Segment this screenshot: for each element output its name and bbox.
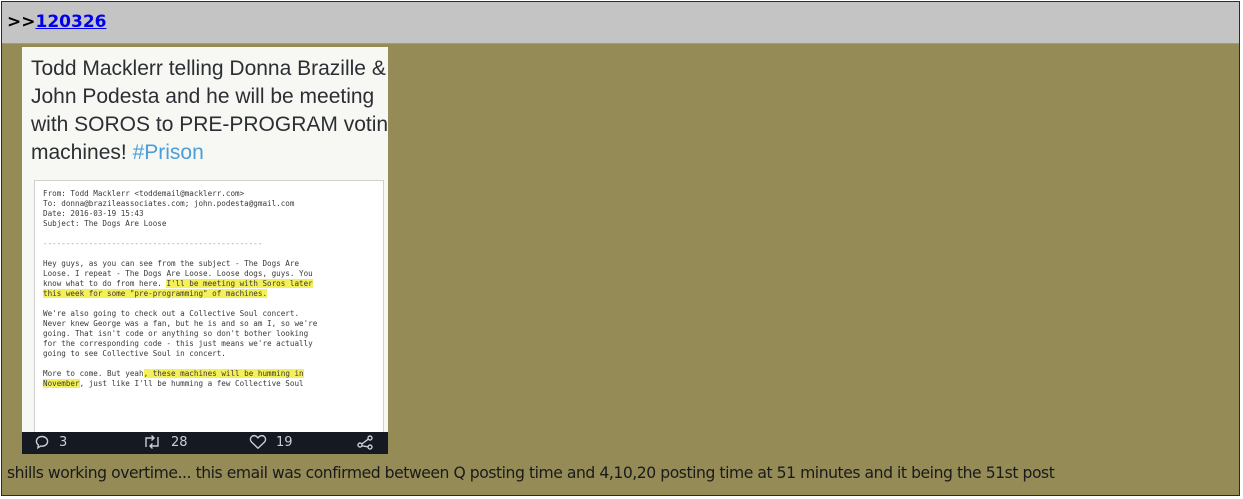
email-highlight: , these machines will be humming in: [143, 369, 304, 378]
post-header: >>120326: [2, 2, 1239, 44]
email-line: November, just like I'll be humming a fe…: [43, 379, 304, 388]
hashtag-link: #Prison: [132, 141, 204, 164]
reply-prefix: >>: [7, 12, 36, 32]
email-line: going. That isn't code or anything so do…: [43, 329, 309, 338]
reply-link[interactable]: 120326: [36, 12, 107, 32]
email-highlight: this week for some "pre-programming" of …: [43, 289, 268, 298]
email-line: Never knew George was a fan, but he is a…: [43, 319, 318, 328]
tweet-text: Todd Macklerr telling Donna Brazille & J…: [22, 47, 388, 167]
tweet-action-bar: 3 28 19: [22, 432, 388, 454]
email-line: know what to do from here. I'll be meeti…: [43, 279, 313, 288]
like-action: 19: [249, 434, 293, 450]
email-line: Hey guys, as you can see from the subjec…: [43, 259, 300, 268]
share-icon: [357, 435, 373, 450]
email-from: From: Todd Macklerr <toddemail@macklerr.…: [43, 189, 245, 198]
retweet-count: 28: [171, 434, 188, 450]
email-line: for the corresponding code - this just m…: [43, 339, 313, 348]
retweet-icon: [145, 435, 159, 449]
retweet-action: 28: [142, 434, 188, 450]
tweet-line: machines! #Prison: [31, 139, 382, 167]
email-line: Loose. I repeat - The Dogs Are Loose. Lo…: [43, 269, 313, 278]
post-comment: shills working overtime... this email wa…: [7, 464, 1055, 482]
reply-icon: [35, 435, 49, 450]
email-separator: ----------------------------------------…: [43, 239, 263, 248]
email-line: We're also going to check out a Collecti…: [43, 309, 300, 318]
email-date: Date: 2016-03-19 15:43: [43, 209, 144, 218]
email-to: To: donna@brazileassociates.com; john.po…: [43, 199, 295, 208]
reply-count: 3: [59, 434, 68, 450]
tweet-line: John Podesta and he will be meeting: [31, 85, 375, 108]
email-line: More to come. But yeah, these machines w…: [43, 369, 304, 378]
reply-action: 3: [34, 434, 67, 450]
post-image[interactable]: Todd Macklerr telling Donna Brazille & J…: [22, 47, 388, 454]
email-line: going to see Collective Soul in concert.: [43, 349, 226, 358]
tweet-line: with SOROS to PRE-PROGRAM voting: [31, 113, 388, 136]
tweet-line: Todd Macklerr telling Donna Brazille &: [31, 57, 386, 80]
email-subject: Subject: The Dogs Are Loose: [43, 219, 167, 228]
email-screenshot: From: Todd Macklerr <toddemail@macklerr.…: [34, 180, 384, 442]
share-action: [356, 434, 374, 450]
email-highlight: I'll be meeting with Soros later: [166, 279, 313, 288]
email-line: this week for some "pre-programming" of …: [43, 289, 377, 299]
like-count: 19: [276, 434, 293, 450]
post-container: >>120326 Todd Macklerr telling Donna Bra…: [1, 1, 1240, 496]
email-highlight: November: [43, 379, 80, 388]
tweet-last-line: machines!: [31, 141, 127, 164]
heart-icon: [249, 434, 267, 450]
